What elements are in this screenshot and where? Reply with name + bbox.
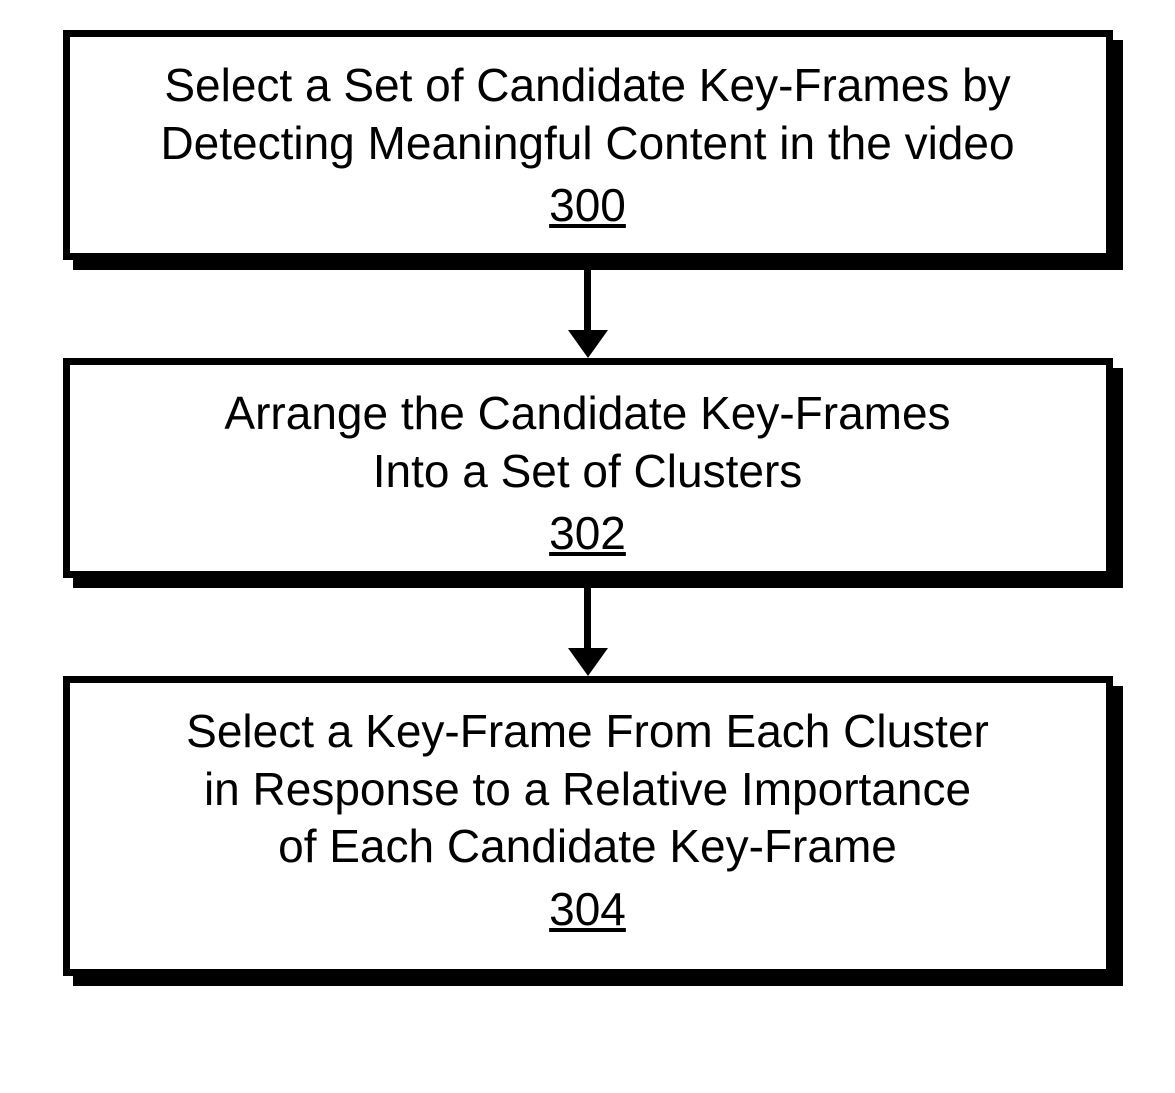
step-box-302: Arrange the Candidate Key-Frames Into a … — [63, 358, 1113, 578]
step-box-304: Select a Key-Frame From Each Cluster in … — [63, 676, 1113, 976]
step-text-line: of Each Candidate Key-Frame — [100, 818, 1076, 876]
step-box-300: Select a Set of Candidate Key-Frames by … — [63, 30, 1113, 260]
arrow-head-icon — [568, 648, 608, 676]
arrow-line — [584, 270, 591, 330]
step-reference-number: 304 — [549, 882, 626, 936]
step-text-line: Select a Set of Candidate Key-Frames by — [100, 57, 1076, 115]
step-text-line: Select a Key-Frame From Each Cluster — [100, 703, 1076, 761]
step-text-line: in Response to a Relative Importance — [100, 761, 1076, 819]
step-text-line: Arrange the Candidate Key-Frames — [100, 385, 1076, 443]
arrow-head-icon — [568, 330, 608, 358]
step-reference-number: 302 — [549, 506, 626, 560]
arrow-connector — [568, 588, 608, 676]
step-reference-number: 300 — [549, 178, 626, 232]
step-text-line: Into a Set of Clusters — [100, 443, 1076, 501]
step-text-line: Detecting Meaningful Content in the vide… — [100, 115, 1076, 173]
flowchart-container: Select a Set of Candidate Key-Frames by … — [0, 30, 1175, 976]
arrow-connector — [568, 270, 608, 358]
arrow-line — [584, 588, 591, 648]
